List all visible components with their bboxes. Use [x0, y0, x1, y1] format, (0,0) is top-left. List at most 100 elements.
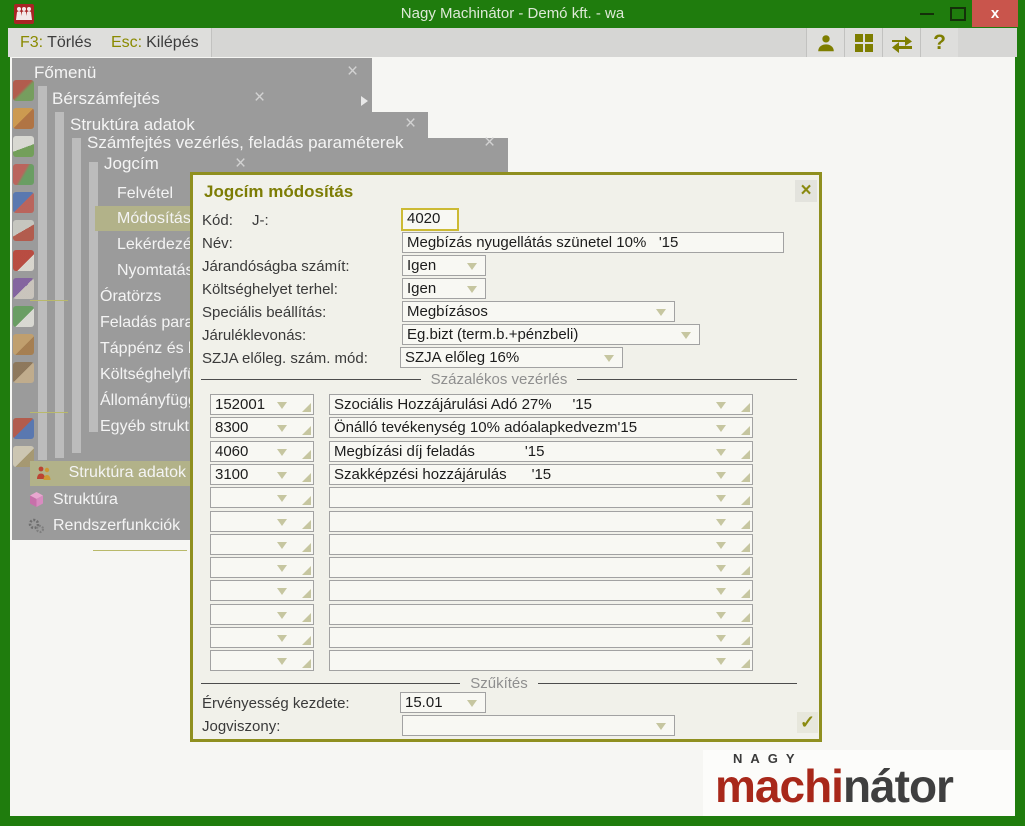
percent-code-select[interactable]: [210, 580, 314, 602]
chevron-down-icon: [277, 495, 287, 503]
menu-strip-icon[interactable]: [13, 418, 34, 439]
percent-code-select[interactable]: [210, 487, 314, 509]
percent-name-select[interactable]: [329, 580, 753, 602]
percent-code-select[interactable]: 3100: [210, 463, 314, 485]
exit-hotkey-button[interactable]: Esc: Kilépés: [99, 28, 212, 57]
menu-item-nyomtatas[interactable]: Nyomtatás: [117, 262, 193, 280]
menu-item-lekerdezes[interactable]: Lekérdezé: [117, 236, 192, 254]
window-title-struktura-adatok[interactable]: Struktúra adatok: [70, 115, 195, 135]
modules-button[interactable]: [844, 28, 882, 57]
menu-item-struktura[interactable]: Struktúra: [53, 491, 118, 509]
percent-code-select[interactable]: [210, 650, 314, 672]
chevron-down-icon: [716, 588, 726, 596]
close-icon[interactable]: ×: [254, 88, 265, 107]
hotkey-action: Törlés: [47, 33, 92, 51]
transfer-arrows-icon: [891, 35, 912, 53]
minimize-button[interactable]: [920, 13, 934, 15]
menu-strip-icon[interactable]: [13, 108, 34, 129]
close-icon[interactable]: ×: [405, 114, 416, 133]
gears-icon: [28, 517, 45, 534]
menu-strip-icon[interactable]: [13, 306, 34, 327]
menu-strip-icon[interactable]: [13, 136, 34, 157]
percent-name-select[interactable]: [329, 557, 753, 579]
percent-code-select[interactable]: 152001: [210, 394, 314, 415]
menu-item-feladas-parameterek[interactable]: Feladás para: [100, 314, 193, 332]
percent-code-select[interactable]: [210, 533, 314, 555]
percent-name-select[interactable]: [329, 510, 753, 532]
percent-name-select[interactable]: [329, 603, 753, 625]
percent-code-select[interactable]: [210, 627, 314, 648]
transfer-button[interactable]: [882, 28, 920, 57]
percent-name-select[interactable]: [329, 650, 753, 672]
percent-row: [193, 627, 819, 648]
close-icon[interactable]: ×: [484, 133, 495, 152]
user-button[interactable]: [806, 28, 844, 57]
percent-grid: 152001 Szociális Hozzájárulási Adó 27% '1…: [193, 394, 819, 674]
menu-strip-icon[interactable]: [13, 192, 34, 213]
delete-hotkey-button[interactable]: F3: Törlés: [8, 28, 105, 57]
jarandosagba-select[interactable]: Igen: [402, 255, 486, 276]
percent-name-select[interactable]: Megbízási díj feladás '15: [329, 440, 753, 462]
tick-line: [30, 300, 68, 301]
dialog-close-icon[interactable]: ×: [795, 180, 817, 202]
corner-grip-icon: [741, 403, 750, 412]
menu-item-allomanyfuggo[interactable]: Állományfügg: [100, 392, 197, 410]
menu-item-tappenz[interactable]: Táppénz és b: [100, 340, 197, 358]
menu-strip-icon[interactable]: [13, 362, 34, 383]
maximize-button[interactable]: [950, 7, 966, 21]
ervenyesseg-select[interactable]: 15.01: [400, 692, 486, 713]
menu-strip-icon[interactable]: [13, 334, 34, 355]
jarulek-select[interactable]: Eg.bizt (term.b.+pénzbeli): [402, 324, 700, 345]
menu-item-egyeb-strukturak[interactable]: Egyéb strukt: [100, 418, 189, 436]
dialog-title: Jogcím módosítás: [204, 182, 354, 201]
percent-code-select[interactable]: [210, 557, 314, 579]
window-title-jogcim[interactable]: Jogcím: [104, 154, 159, 174]
menu-strip-icon[interactable]: [13, 278, 34, 299]
menu-item-rendszerfunkciok[interactable]: Rendszerfunkciók: [53, 517, 180, 535]
menu-item-oratorzs[interactable]: Óratörzs: [100, 288, 161, 306]
window-title-berszamfejtes[interactable]: Bérszámfejtés: [52, 89, 160, 109]
chevron-down-icon: [716, 518, 726, 526]
confirm-check-button[interactable]: ✓: [797, 712, 818, 733]
percent-row: 152001 Szociális Hozzájárulási Adó 27% '1…: [193, 394, 819, 415]
szja-select[interactable]: SZJA előleg 16%: [400, 347, 623, 368]
corner-grip-icon: [741, 612, 750, 622]
close-button[interactable]: x: [972, 0, 1018, 27]
corner-grip-icon: [302, 659, 311, 669]
corner-grip-icon: [302, 403, 311, 412]
menu-item-koltseghelyfuggo[interactable]: Költséghelyfü: [100, 366, 196, 384]
percent-name-select[interactable]: Szociális Hozzájárulási Adó 27% '15: [329, 394, 753, 415]
percent-code-select[interactable]: [210, 510, 314, 532]
window-title-szamfejtes-vezerles[interactable]: Számfejtés vezérlés, feladás paraméterek: [87, 133, 404, 153]
percent-name-select[interactable]: [329, 487, 753, 509]
percent-code-select[interactable]: [210, 603, 314, 625]
nev-input[interactable]: Megbízás nyugellátás szünetel 10% '15: [402, 232, 784, 253]
menu-strip-icon[interactable]: [13, 220, 34, 241]
percent-name-select[interactable]: Önálló tevékenység 10% adóalapkedvezm'15: [329, 417, 753, 439]
close-icon[interactable]: ×: [347, 62, 358, 81]
menu-item-felvetel[interactable]: Felvétel: [117, 185, 173, 203]
percent-row: [193, 557, 819, 579]
menu-strip-icon[interactable]: [13, 164, 34, 185]
percent-code-select[interactable]: 8300: [210, 417, 314, 439]
koltseghelyet-select[interactable]: Igen: [402, 278, 486, 299]
percent-code-select[interactable]: 4060: [210, 440, 314, 462]
percent-row: 4060 Megbízási díj feladás '15: [193, 440, 819, 462]
close-icon[interactable]: ×: [235, 154, 246, 173]
jogviszony-select[interactable]: [402, 715, 675, 736]
percent-name-select[interactable]: Szakképzési hozzájárulás '15: [329, 463, 753, 485]
chevron-down-icon: [716, 471, 726, 479]
kod-input[interactable]: 4020: [401, 208, 459, 231]
corner-grip-icon: [302, 542, 311, 552]
percent-row: [193, 603, 819, 625]
percent-name-select[interactable]: [329, 627, 753, 648]
menu-strip-icon[interactable]: [13, 250, 34, 271]
specialis-select[interactable]: Megbízásos: [402, 301, 675, 322]
menu-item-struktura-adatok[interactable]: Struktúra adatok: [46, 464, 186, 482]
menu-strip-icon[interactable]: [13, 80, 34, 101]
help-button[interactable]: ?: [920, 28, 958, 57]
corner-grip-icon: [302, 566, 311, 576]
window-title-fomenu[interactable]: Főmenü: [34, 63, 96, 83]
menu-item-modositas[interactable]: Módosítás: [117, 210, 191, 228]
percent-name-select[interactable]: [329, 533, 753, 555]
